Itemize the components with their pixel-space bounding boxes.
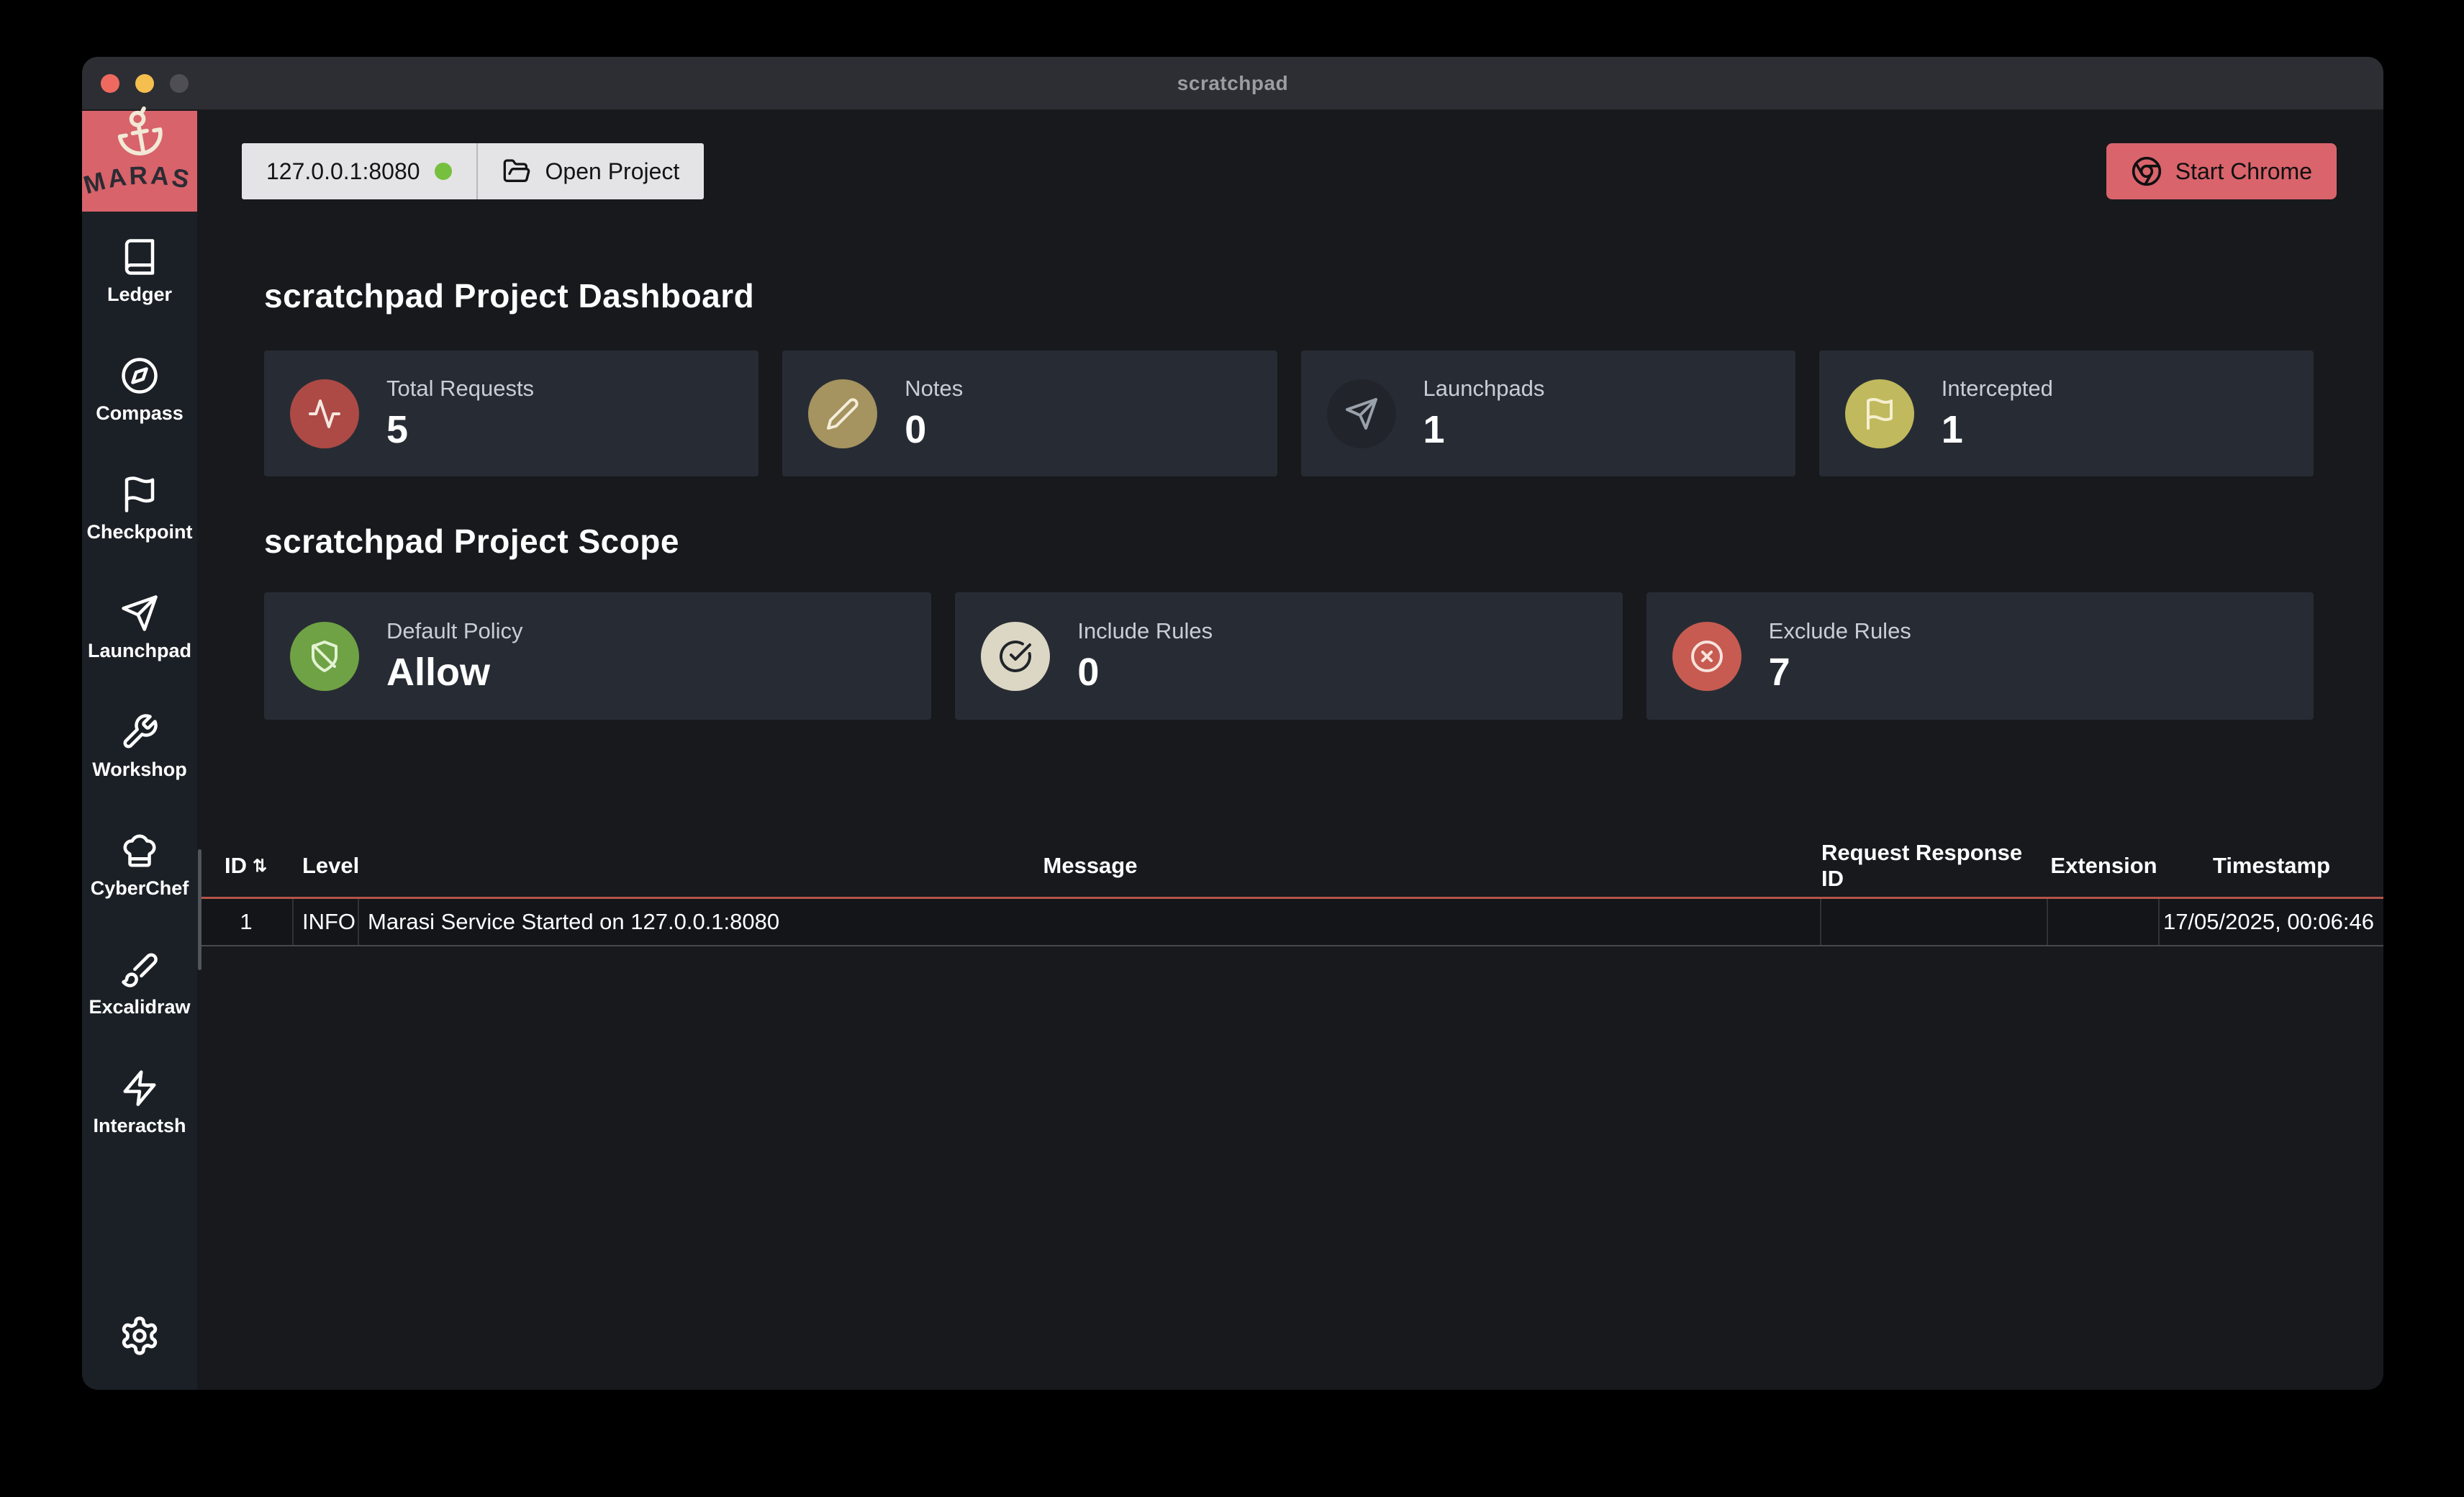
proxy-status-dot (435, 163, 452, 180)
scope-card-default-policy: Default Policy Allow (264, 592, 931, 720)
log-cell-level: INFO (294, 899, 359, 945)
stat-value: 1 (1942, 407, 2053, 452)
stat-card-launchpads: Launchpads 1 (1301, 350, 1795, 476)
log-table: ID ⇅ Level Message Request Response ID E… (200, 835, 2383, 946)
sidebar-nav: Ledger Compass (82, 238, 197, 1137)
shield-off-icon (290, 622, 359, 691)
settings-button[interactable] (119, 1315, 160, 1357)
folder-open-icon (502, 157, 531, 186)
proxy-address-display[interactable]: 127.0.0.1:8080 (242, 143, 476, 199)
chef-hat-icon (120, 831, 159, 870)
pencil-icon (808, 379, 877, 448)
proxy-address: 127.0.0.1:8080 (266, 158, 420, 185)
stat-cards-row: Total Requests 5 Notes 0 (264, 350, 2314, 476)
stat-value: 5 (386, 407, 534, 452)
log-table-row[interactable]: 1 INFO Marasi Service Started on 127.0.0… (200, 897, 2383, 946)
gear-icon (119, 1315, 160, 1357)
zap-icon (120, 1069, 159, 1108)
open-project-label: Open Project (545, 158, 680, 185)
scope-label: Include Rules (1077, 618, 1213, 644)
log-cell-extension (2048, 899, 2160, 945)
log-cell-id: 1 (200, 899, 294, 945)
app-window: scratchpad (82, 57, 2383, 1390)
column-header-timestamp[interactable]: Timestamp (2160, 853, 2383, 879)
window-title: scratchpad (82, 72, 2383, 95)
stat-value: 0 (905, 407, 963, 452)
anchor-icon (112, 103, 168, 160)
stat-value: 1 (1423, 407, 1545, 452)
sort-icon: ⇅ (253, 856, 267, 877)
svg-text:MARASI: MARASI (82, 150, 194, 199)
open-project-button[interactable]: Open Project (478, 143, 705, 199)
stat-label: Intercepted (1942, 376, 2053, 402)
sidebar-item-launchpad[interactable]: Launchpad (82, 594, 197, 662)
stat-label: Total Requests (386, 376, 534, 402)
logo-wordmark: MARASI (82, 150, 197, 212)
compass-icon (120, 356, 159, 395)
log-cell-timestamp: 17/05/2025, 00:06:46 (2160, 899, 2383, 945)
dashboard-title: scratchpad Project Dashboard (264, 276, 2383, 315)
flag-icon (1845, 379, 1914, 448)
start-chrome-label: Start Chrome (2175, 158, 2312, 185)
send-icon (120, 594, 159, 633)
scrollbar-thumb[interactable] (198, 849, 201, 970)
desktop-background: scratchpad (0, 0, 2464, 1497)
log-cell-request-response-id (1821, 899, 2048, 945)
main-content: 127.0.0.1:8080 Open Project (197, 111, 2383, 1390)
log-table-header: ID ⇅ Level Message Request Response ID E… (200, 835, 2383, 897)
sidebar-item-compass[interactable]: Compass (82, 356, 197, 425)
sidebar: MARASI Ledger (82, 111, 197, 1390)
proxy-control-group: 127.0.0.1:8080 Open Project (242, 143, 704, 199)
column-header-id[interactable]: ID ⇅ (200, 853, 294, 879)
column-header-request-response-id[interactable]: Request Response ID (1821, 840, 2048, 892)
marasi-logo[interactable]: MARASI (82, 111, 197, 212)
sidebar-item-interactsh[interactable]: Interactsh (82, 1069, 197, 1137)
send-icon (1327, 379, 1396, 448)
scope-value: 7 (1769, 650, 1911, 695)
stat-card-notes: Notes 0 (782, 350, 1277, 476)
scope-card-include-rules: Include Rules 0 (955, 592, 1622, 720)
sidebar-item-workshop[interactable]: Workshop (82, 713, 197, 781)
log-cell-message: Marasi Service Started on 127.0.0.1:8080 (359, 899, 1821, 945)
stat-label: Launchpads (1423, 376, 1545, 402)
wrench-icon (120, 713, 159, 751)
scope-label: Default Policy (386, 618, 523, 644)
start-chrome-button[interactable]: Start Chrome (2106, 143, 2337, 199)
book-icon (120, 238, 159, 276)
sidebar-item-cyberchef[interactable]: CyberChef (82, 831, 197, 900)
scope-title: scratchpad Project Scope (264, 522, 2383, 561)
chrome-icon (2131, 155, 2162, 187)
x-circle-icon (1672, 622, 1741, 691)
check-circle-icon (981, 622, 1050, 691)
stat-card-intercepted: Intercepted 1 (1819, 350, 2314, 476)
stat-label: Notes (905, 376, 963, 402)
column-header-level[interactable]: Level (294, 853, 359, 879)
flag-icon (120, 475, 159, 514)
window-titlebar[interactable]: scratchpad (82, 57, 2383, 111)
column-header-extension[interactable]: Extension (2048, 853, 2160, 879)
column-header-message[interactable]: Message (359, 853, 1821, 879)
top-toolbar: 127.0.0.1:8080 Open Project (242, 143, 2337, 199)
brush-icon (120, 950, 159, 989)
scope-cards-row: Default Policy Allow Include Rules 0 (264, 592, 2314, 720)
sidebar-item-excalidraw[interactable]: Excalidraw (82, 950, 197, 1018)
stat-card-total-requests: Total Requests 5 (264, 350, 758, 476)
activity-icon (290, 379, 359, 448)
window-body: MARASI Ledger (82, 111, 2383, 1390)
sidebar-item-checkpoint[interactable]: Checkpoint (82, 475, 197, 543)
scope-card-exclude-rules: Exclude Rules 7 (1647, 592, 2314, 720)
sidebar-item-ledger[interactable]: Ledger (82, 238, 197, 306)
scope-label: Exclude Rules (1769, 618, 1911, 644)
scope-value: Allow (386, 650, 523, 695)
scope-value: 0 (1077, 650, 1213, 695)
